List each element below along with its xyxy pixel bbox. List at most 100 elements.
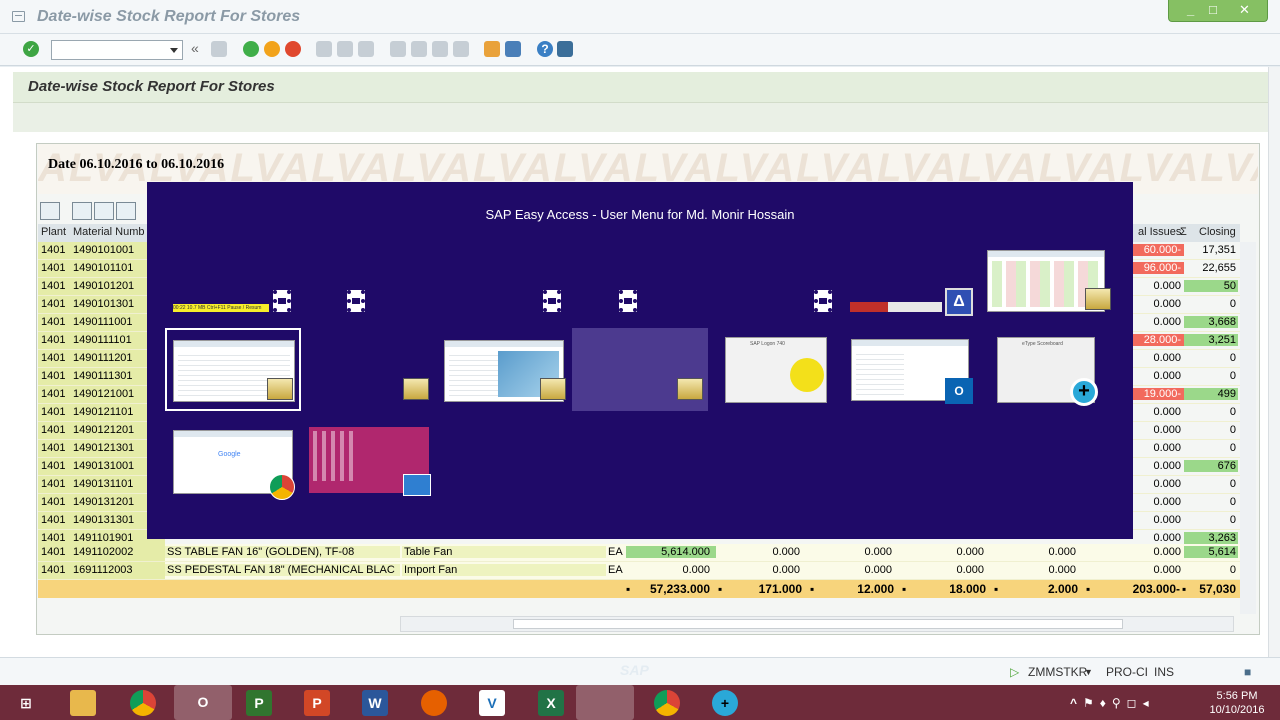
back-icon[interactable] [243,41,259,57]
etype-icon: + [1070,378,1098,406]
cell-plant: 1401 [41,424,66,436]
taskbar-chrome-icon-2[interactable] [654,690,680,716]
cell-issues: 0.000 [1153,496,1181,508]
column-material[interactable]: Material Numb [73,226,145,238]
shortcut-icon[interactable] [505,41,521,57]
cell-issues: 0.000 [1153,460,1181,472]
cell-closing: 0 [1229,564,1236,576]
title-bar: Date-wise Stock Report For Stores [0,0,1280,34]
switcher-title: SAP Easy Access - User Menu for Md. Moni… [485,207,795,222]
total-issues: 203.000- [1132,582,1180,596]
cell-issues: 0.000 [1153,316,1181,328]
video-icon [347,290,365,312]
taskbar-vnc-icon[interactable]: V [479,690,505,716]
customize-layout-icon[interactable] [557,41,573,57]
column-issues[interactable]: al Issues [1138,226,1181,238]
thumb-sap-logon[interactable]: SAP Logon 740 [725,337,827,403]
taskbar-word-icon[interactable]: W [362,690,388,716]
cell-closing: 0 [1229,406,1236,418]
sap-gui-icon [1085,288,1111,310]
next-page-icon[interactable] [432,41,448,57]
filter-icon[interactable] [94,202,114,220]
taskbar-excel-icon[interactable]: X [538,690,564,716]
taskbar-chrome-icon[interactable] [130,690,156,716]
details-icon[interactable] [40,202,60,220]
cell-material: 1490101101 [73,262,134,274]
window-menu-icon[interactable] [12,11,25,22]
cell-col1: 0.000 [772,546,800,558]
grid-vertical-scrollbar[interactable] [1240,242,1256,614]
cell-plant: 1401 [41,244,66,256]
cell-plant: 1401 [41,514,66,526]
start-icon[interactable]: ⊞ [13,690,39,716]
cell-issues: 0.000 [1153,478,1181,490]
previous-page-icon[interactable] [411,41,427,57]
column-plant[interactable]: Plant [41,226,66,238]
create-session-icon[interactable] [484,41,500,57]
lock-icon[interactable]: ■ [1244,665,1251,679]
taskbar-explorer-icon[interactable] [70,690,96,716]
cancel-icon[interactable] [285,41,301,57]
cell-issues: 0.000 [1153,406,1181,418]
taskbar-outlook-icon[interactable]: O [174,685,232,720]
sigma-icon: Σ [1180,226,1187,238]
system-dropdown-icon[interactable]: ▼ [1084,667,1093,677]
last-page-icon[interactable] [453,41,469,57]
window-scrollbar[interactable] [1268,67,1280,657]
total-col3: 18.000 [949,582,986,596]
table-row[interactable]: 1401 1691112003 SS PEDESTAL FAN 18" (MECHA… [38,562,1240,580]
taskbar-powerpoint-icon[interactable]: P [304,690,330,716]
total-icon[interactable] [116,202,136,220]
task-switcher: SAP Easy Access - User Menu for Md. Moni… [147,182,1133,539]
cell-closing: 22,655 [1202,262,1236,274]
table-row[interactable]: 1401 1491102002 SS TABLE FAN 16" (GOLDEN),… [38,544,1240,562]
cell-material: 1490131001 [73,460,135,472]
collapse-icon[interactable]: « [191,40,207,56]
maximize-button[interactable]: □ [1209,2,1217,17]
date-range-label: Date 06.10.2016 to 06.10.2016 [48,157,225,172]
taskbar-firefox-icon[interactable] [421,690,447,716]
find-next-icon[interactable] [358,41,374,57]
status-arrow-icon[interactable]: ▷ [1010,665,1019,679]
cell-closing: 0 [1229,424,1236,436]
cell-material: 1490121001 [73,388,135,400]
save-icon[interactable] [211,41,227,57]
first-page-icon[interactable] [390,41,406,57]
total-row: ▪ 57,233.000 ▪ 171.000 ▪ 12.000 ▪ 18.000… [38,580,1240,598]
column-closing[interactable]: Closing [1199,226,1236,238]
taskbar-etype-icon[interactable]: + [712,690,738,716]
grid-horizontal-scrollbar[interactable] [400,616,1234,632]
cell-closing: 0 [1229,514,1236,526]
cell-closing: 0 [1229,496,1236,508]
exit-icon[interactable] [264,41,280,57]
help-icon[interactable]: ? [537,41,553,57]
close-button[interactable]: ✕ [1239,2,1250,18]
cell-issues: 96.000- [1130,262,1184,274]
cell-col2: 0.000 [864,546,892,558]
cell-material: 1490111201 [73,352,133,364]
cell-issues: 0.000 [1153,532,1181,544]
chrome-icon [269,474,295,500]
cell-issues: 28.000- [1130,334,1184,346]
enter-check-icon[interactable]: ✓ [23,41,39,57]
video-icon [543,290,561,312]
taskbar-clock[interactable]: 5:56 PM 10/10/2016 [1202,689,1272,717]
cell-plant: 1401 [41,280,66,292]
command-dropdown-icon[interactable] [170,48,178,53]
scroll-thumb[interactable] [513,619,1123,629]
print-icon[interactable] [316,41,332,57]
taskbar-sap-icon[interactable] [576,685,634,720]
cell-plant: 1401 [41,546,66,558]
minimize-button[interactable]: _ [1187,2,1194,17]
system-tray-icons[interactable]: ^⚑♦⚲◻◂ [1070,690,1180,716]
taskbar-project-icon[interactable]: P [246,690,272,716]
cell-issues: 0.000 [1153,442,1181,454]
video-icon [619,290,637,312]
command-field[interactable] [51,40,183,60]
sort-ascending-icon[interactable] [72,202,92,220]
status-bar: SAP ▷ ZMMSTKR ▼ PRO-CI INS ■ [0,657,1280,685]
cell-material: 1490121101 [73,406,134,418]
find-icon[interactable] [337,41,353,57]
alv-toolbar [40,200,150,222]
window-title: Date-wise Stock Report For Stores [37,8,301,25]
